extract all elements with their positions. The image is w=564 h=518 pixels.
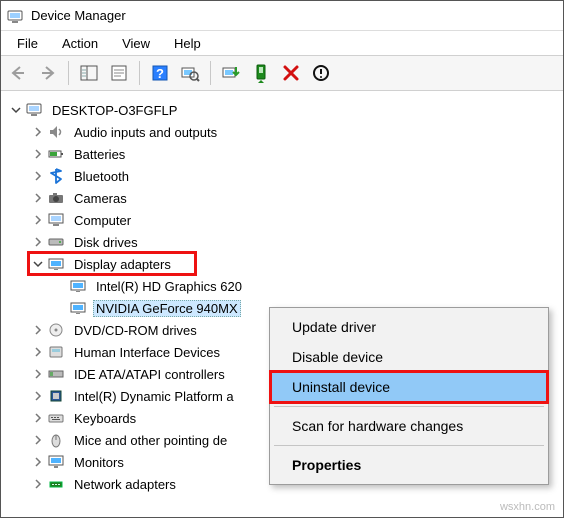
speaker-icon	[47, 123, 65, 141]
node-label: Display adapters	[71, 256, 174, 273]
node-label: Network adapters	[71, 476, 179, 493]
node-label: Keyboards	[71, 410, 139, 427]
node-label: IDE ATA/ATAPI controllers	[71, 366, 228, 383]
menu-view[interactable]: View	[112, 34, 160, 53]
category-batteries[interactable]: Batteries	[23, 143, 563, 165]
node-label: Batteries	[71, 146, 128, 163]
menu-uninstall-device[interactable]: Uninstall device	[272, 372, 546, 402]
chevron-right-icon[interactable]	[31, 169, 45, 183]
chevron-right-icon[interactable]	[31, 235, 45, 249]
category-display-adapters[interactable]: Display adapters	[23, 253, 563, 275]
menu-bar: File Action View Help	[1, 31, 563, 55]
chevron-right-icon[interactable]	[31, 411, 45, 425]
network-icon	[47, 475, 65, 493]
chevron-right-icon[interactable]	[31, 455, 45, 469]
display-adapter-icon	[47, 255, 65, 273]
category-computer[interactable]: Computer	[23, 209, 563, 231]
keyboard-icon	[47, 409, 65, 427]
show-hide-tree-button[interactable]	[75, 59, 103, 87]
window-title: Device Manager	[31, 8, 126, 23]
category-bluetooth[interactable]: Bluetooth	[23, 165, 563, 187]
menu-properties[interactable]: Properties	[272, 450, 546, 480]
node-label: Monitors	[71, 454, 127, 471]
node-label: Disk drives	[71, 234, 141, 251]
mouse-icon	[47, 431, 65, 449]
category-disk-drives[interactable]: Disk drives	[23, 231, 563, 253]
chevron-right-icon[interactable]	[31, 345, 45, 359]
menu-action[interactable]: Action	[52, 34, 108, 53]
chevron-down-icon[interactable]	[9, 103, 23, 117]
root-computer-node[interactable]: DESKTOP-O3FGFLP	[1, 99, 563, 121]
controller-icon	[47, 365, 65, 383]
svg-text:?: ?	[156, 66, 164, 81]
menu-disable-device[interactable]: Disable device	[272, 342, 546, 372]
toolbar-divider	[68, 61, 69, 85]
display-adapter-icon	[69, 299, 87, 317]
chevron-right-icon[interactable]	[31, 389, 45, 403]
disc-icon	[47, 321, 65, 339]
menu-file[interactable]: File	[7, 34, 48, 53]
node-label: Cameras	[71, 190, 130, 207]
update-driver-button[interactable]	[217, 59, 245, 87]
category-cameras[interactable]: Cameras	[23, 187, 563, 209]
chevron-right-icon[interactable]	[31, 433, 45, 447]
chevron-down-icon[interactable]	[31, 257, 45, 271]
menu-divider	[274, 445, 544, 446]
context-menu: Update driver Disable device Uninstall d…	[269, 307, 549, 485]
toolbar: ?	[1, 55, 563, 91]
chevron-right-icon[interactable]	[31, 147, 45, 161]
node-label: NVIDIA GeForce 940MX	[93, 300, 241, 317]
menu-help[interactable]: Help	[164, 34, 211, 53]
disable-device-button[interactable]	[307, 59, 335, 87]
node-label: Computer	[71, 212, 134, 229]
node-label: Mice and other pointing de	[71, 432, 230, 449]
no-expander	[53, 279, 67, 293]
chevron-right-icon[interactable]	[31, 323, 45, 337]
monitor-icon	[47, 453, 65, 471]
chip-icon	[47, 387, 65, 405]
menu-divider	[274, 406, 544, 407]
forward-button[interactable]	[34, 59, 62, 87]
menu-scan-hardware[interactable]: Scan for hardware changes	[272, 411, 546, 441]
hid-icon	[47, 343, 65, 361]
computer-icon	[25, 101, 43, 119]
bluetooth-icon	[47, 167, 65, 185]
chevron-right-icon[interactable]	[31, 367, 45, 381]
no-expander	[53, 301, 67, 315]
node-label: Bluetooth	[71, 168, 132, 185]
root-computer-name: DESKTOP-O3FGFLP	[49, 102, 180, 119]
help-button[interactable]: ?	[146, 59, 174, 87]
node-label: DVD/CD-ROM drives	[71, 322, 200, 339]
chevron-right-icon[interactable]	[31, 191, 45, 205]
title-bar: Device Manager	[1, 1, 563, 31]
chevron-right-icon[interactable]	[31, 213, 45, 227]
disk-icon	[47, 233, 65, 251]
device-intel-hd-graphics-620[interactable]: Intel(R) HD Graphics 620	[45, 275, 563, 297]
uninstall-device-button[interactable]	[277, 59, 305, 87]
device-manager-icon	[7, 8, 23, 24]
toolbar-divider	[210, 61, 211, 85]
back-button[interactable]	[4, 59, 32, 87]
node-label: Audio inputs and outputs	[71, 124, 220, 141]
display-adapter-icon	[69, 277, 87, 295]
node-label: Intel(R) HD Graphics 620	[93, 278, 245, 295]
camera-icon	[47, 189, 65, 207]
scan-hardware-button[interactable]	[176, 59, 204, 87]
menu-update-driver[interactable]: Update driver	[272, 312, 546, 342]
node-label: Human Interface Devices	[71, 344, 223, 361]
node-label: Intel(R) Dynamic Platform a	[71, 388, 237, 405]
battery-icon	[47, 145, 65, 163]
enable-device-button[interactable]	[247, 59, 275, 87]
computer-icon	[47, 211, 65, 229]
properties-button[interactable]	[105, 59, 133, 87]
chevron-right-icon[interactable]	[31, 477, 45, 491]
category-audio[interactable]: Audio inputs and outputs	[23, 121, 563, 143]
chevron-right-icon[interactable]	[31, 125, 45, 139]
toolbar-divider	[139, 61, 140, 85]
